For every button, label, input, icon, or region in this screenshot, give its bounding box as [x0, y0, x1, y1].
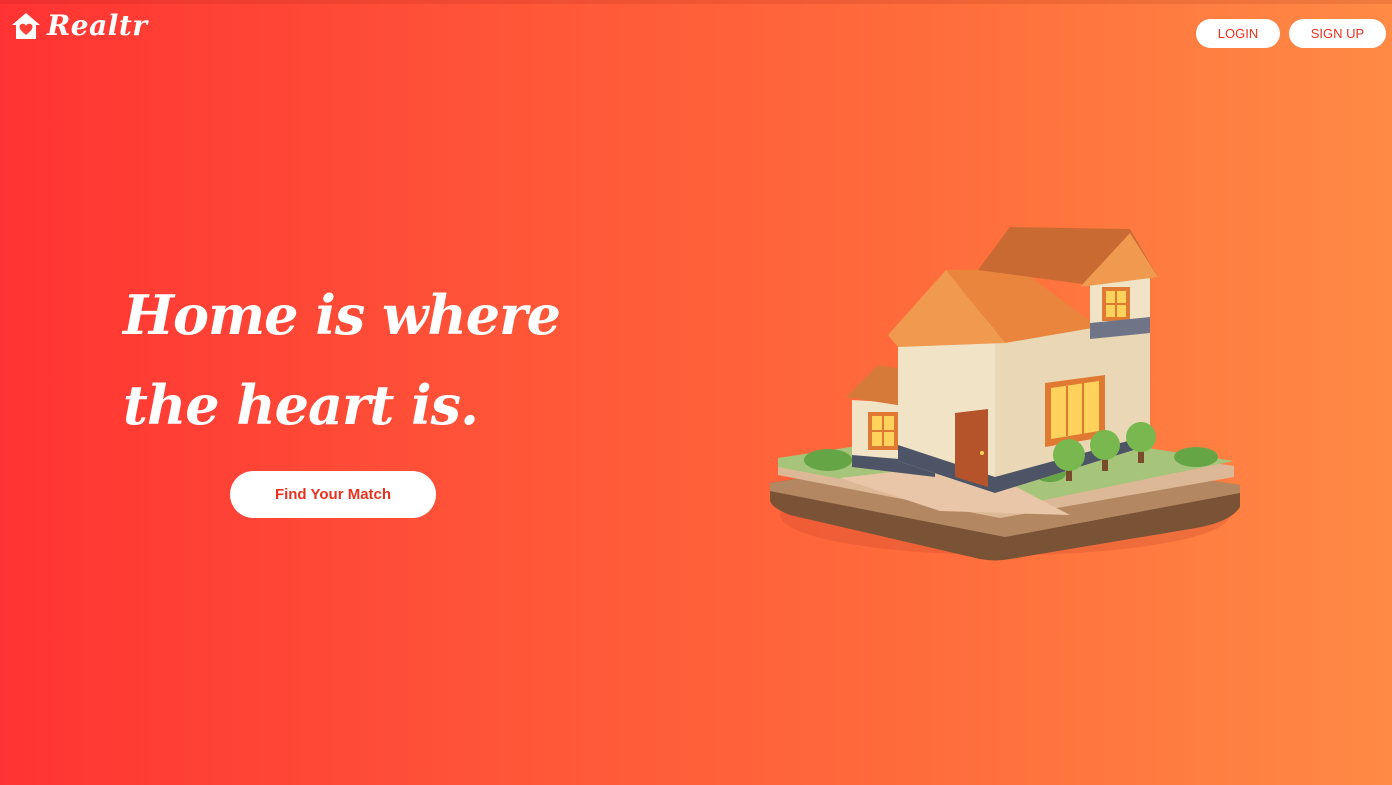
house-heart-icon [12, 13, 40, 39]
signup-button[interactable]: SIGN UP [1289, 19, 1386, 48]
3d-house-illustration [770, 227, 1240, 561]
header-nav: LOGIN SIGN UP [1196, 19, 1386, 48]
top-shadow-bar [0, 0, 1392, 4]
hero-headline-line-1: Home is where [123, 283, 561, 347]
brand-logo[interactable]: Realtr [10, 8, 148, 44]
brand-name: Realtr [47, 9, 148, 42]
find-your-match-button[interactable]: Find Your Match [230, 471, 436, 518]
hero-headline-line-2: the heart is. [123, 373, 479, 437]
login-button[interactable]: LOGIN [1196, 19, 1280, 48]
hero-headline: Home is where the heart is. [123, 270, 561, 450]
